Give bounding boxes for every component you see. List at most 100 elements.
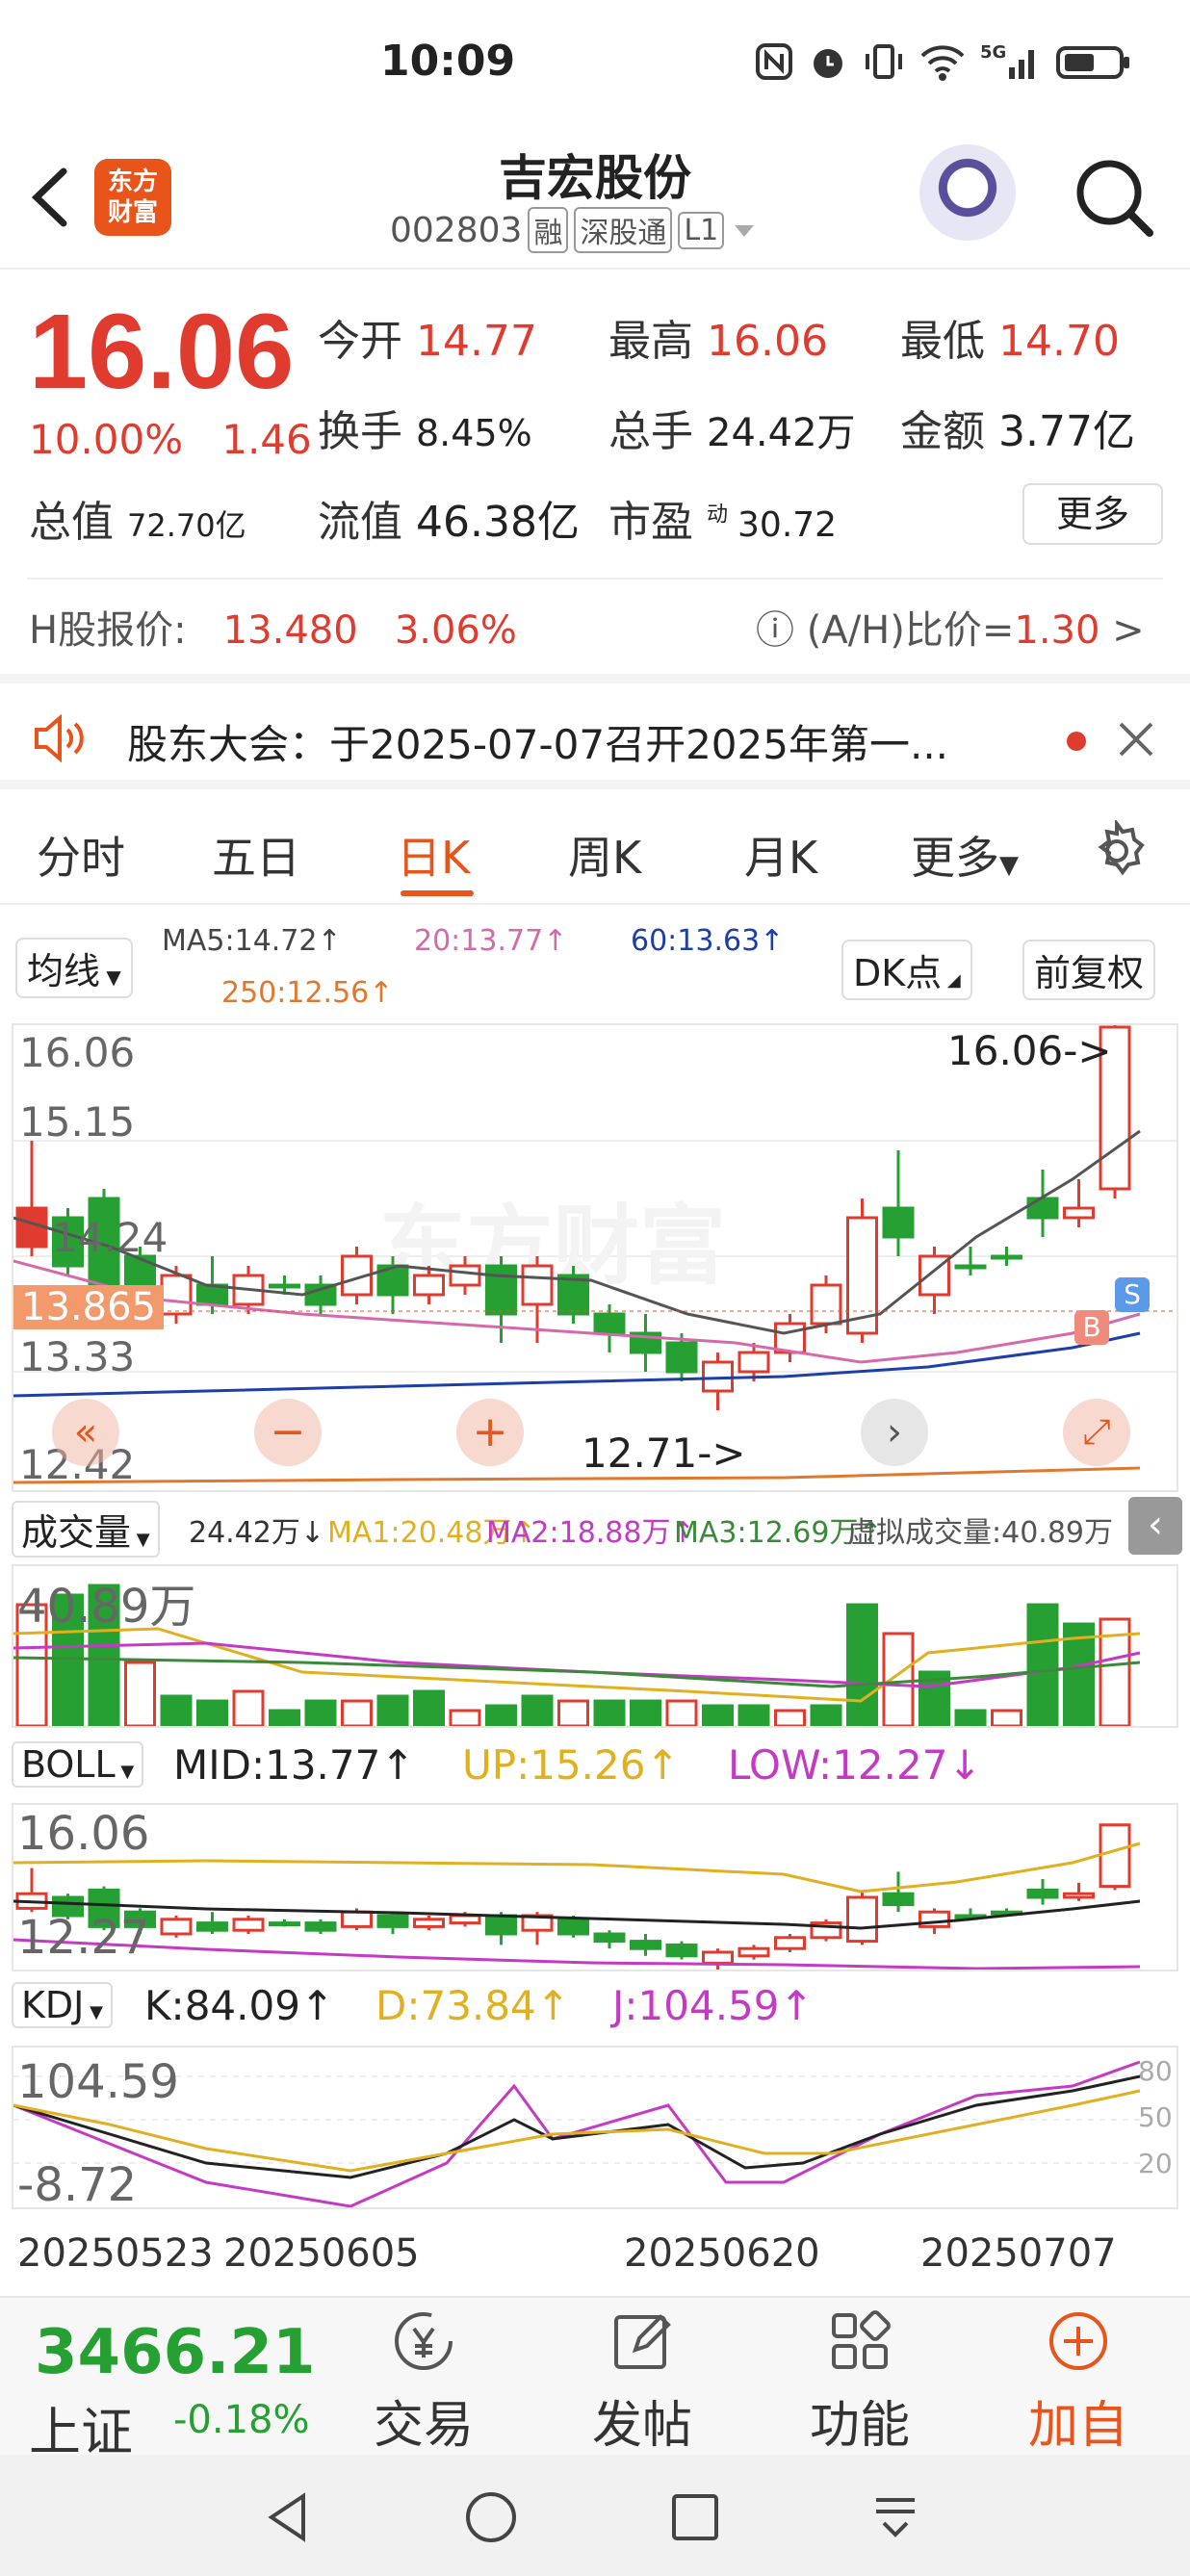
index-value: 3466.21 <box>35 2317 316 2388</box>
tab-monthly-k[interactable]: 月K <box>744 823 817 887</box>
volume-bar <box>557 1699 589 1728</box>
boll-chart[interactable]: 16.06 12.27 <box>12 1803 1178 1971</box>
search-icon[interactable] <box>1071 154 1157 241</box>
kdj-tick-bottom: -8.72 <box>17 2158 138 2212</box>
more-button[interactable]: 更多 <box>1022 483 1163 545</box>
zoom-out-icon[interactable]: − <box>254 1399 322 1466</box>
boll-candle-body <box>341 1910 373 1928</box>
candle-body <box>954 1264 987 1270</box>
edit-icon <box>614 2314 671 2369</box>
tab-intraday[interactable]: 分时 <box>37 823 125 887</box>
date-label: 20250605 <box>223 2231 420 2276</box>
stock-code-line[interactable]: 002803 融 深股通 L1 <box>390 207 759 253</box>
nav-recents-icon[interactable] <box>666 2488 724 2546</box>
candle-body <box>269 1283 300 1289</box>
boll-candle-body <box>413 1918 445 1928</box>
fullscreen-icon[interactable]: ⤢ <box>1063 1399 1130 1466</box>
boll-tick-top: 16.06 <box>17 1807 150 1861</box>
buy-badge[interactable]: B <box>1074 1310 1109 1345</box>
pe-field: 市盈动 30.72 <box>608 498 838 547</box>
boll-candle-body <box>449 1914 481 1925</box>
tab-more[interactable]: 更多▼ <box>911 823 1019 887</box>
nav-home-icon[interactable] <box>462 2488 520 2546</box>
boll-candle-body <box>269 1921 300 1927</box>
sell-badge[interactable]: S <box>1115 1277 1150 1312</box>
scroll-left-icon[interactable]: « <box>52 1399 119 1466</box>
candle-body <box>413 1274 445 1297</box>
ma20-label: 20:13.77↑ <box>414 924 568 958</box>
volume-bar <box>846 1603 878 1728</box>
boll-tick-bottom: 12.27 <box>17 1911 150 1965</box>
volume-tick-top: 40.89万 <box>17 1580 196 1634</box>
collapse-panel-icon[interactable]: ‹ <box>1128 1497 1182 1555</box>
quote-divider <box>27 578 1163 580</box>
boll-selector[interactable]: BOLL ▼ <box>12 1741 144 1788</box>
candle-body <box>882 1206 915 1239</box>
boll-candle-body <box>630 1940 661 1950</box>
volume-selector[interactable]: 成交量 ▼ <box>12 1501 160 1558</box>
announcement-bar[interactable]: 股东大会：于2025-07-07召开2025年第一... <box>0 674 1190 789</box>
h-share-pct: 3.06% <box>394 608 517 653</box>
candle-body <box>737 1351 770 1374</box>
price-tick-2: 15.15 <box>19 1098 136 1146</box>
signal-5g-icon: 5G <box>980 42 1034 79</box>
kline-svg: 东方财富 <box>13 1025 1177 1484</box>
alarm-icon <box>814 49 842 78</box>
date-label: 20250523 <box>17 2231 214 2276</box>
kdj-selector[interactable]: KDJ ▼ <box>12 1982 113 2028</box>
kdj-level-50: 50 <box>1138 2101 1173 2133</box>
h-share-row[interactable]: H股报价: 13.480 3.06% <box>29 599 517 655</box>
stock-code: 002803 <box>390 210 523 250</box>
ma5-label: MA5:14.72↑ <box>162 924 342 958</box>
ah-ratio[interactable]: ⓘ (A/H)比价=1.30 > <box>756 599 1145 655</box>
kdj-chart[interactable]: 104.59 -8.72 80 50 20 <box>12 2046 1178 2212</box>
boll-candle-body <box>485 1914 517 1936</box>
volume-bar <box>124 1661 156 1728</box>
volume-chart[interactable]: 40.89万 <box>12 1564 1178 1728</box>
trade-button[interactable]: 交易 <box>351 2307 496 2457</box>
tag-margin: 融 <box>528 207 569 253</box>
candle-body <box>665 1341 698 1374</box>
tab-weekly-k[interactable]: 周K <box>568 823 641 887</box>
boll-svg <box>13 1823 1141 1971</box>
bottom-action-bar: 3466.21 上证 -0.18% 交易 发帖 功能 加自选 <box>0 2296 1190 2527</box>
boll-candle-body <box>846 1895 878 1944</box>
kline-chart[interactable]: 东方财富 16.06 15.15 14.24 13.865 13.33 12.4… <box>12 1023 1178 1492</box>
nav-menu-icon[interactable] <box>867 2488 924 2546</box>
volume-bar <box>630 1699 661 1728</box>
gear-icon[interactable] <box>1086 820 1148 882</box>
nfc-icon <box>756 43 792 80</box>
volume-bar <box>160 1694 193 1728</box>
volume-bar <box>810 1704 842 1728</box>
boll-candle-body <box>232 1918 265 1932</box>
nav-back-icon[interactable] <box>260 2488 318 2546</box>
adjust-button[interactable]: 前复权 <box>1022 940 1156 1000</box>
candle-body <box>774 1322 806 1354</box>
tab-five-day[interactable]: 五日 <box>212 823 300 887</box>
price-tick-4: 13.33 <box>19 1333 136 1380</box>
boll-candle-body <box>882 1892 915 1907</box>
function-button[interactable]: 功能 <box>788 2307 932 2457</box>
volume-bar <box>593 1699 626 1728</box>
volume-bar <box>665 1699 698 1728</box>
boll-candle-body <box>702 1950 734 1965</box>
boll-candle-body <box>774 1936 806 1950</box>
speaker-icon <box>35 714 84 762</box>
date-label: 20250707 <box>920 2231 1117 2276</box>
candle-body <box>1063 1206 1095 1220</box>
volume-bar <box>521 1694 554 1728</box>
low-field: 最低 14.70 <box>900 317 1120 366</box>
dk-point-button[interactable]: DK点 ◢ <box>841 940 972 1000</box>
robot-avatar[interactable] <box>919 144 1016 241</box>
tab-daily-k[interactable]: 日K <box>397 823 470 887</box>
ma-selector[interactable]: 均线 ▼ <box>15 938 133 998</box>
caret-down-icon: ▼ <box>999 851 1019 880</box>
change-abs: 1.46 <box>221 416 312 463</box>
price-tick-top: 16.06 <box>19 1029 136 1076</box>
post-button[interactable]: 发帖 <box>570 2307 714 2457</box>
next-icon[interactable]: › <box>861 1399 928 1466</box>
zoom-in-icon[interactable]: + <box>456 1399 524 1466</box>
boll-candle-body <box>593 1932 626 1944</box>
tag-level: L1 <box>678 211 725 249</box>
close-icon[interactable] <box>1115 718 1157 760</box>
